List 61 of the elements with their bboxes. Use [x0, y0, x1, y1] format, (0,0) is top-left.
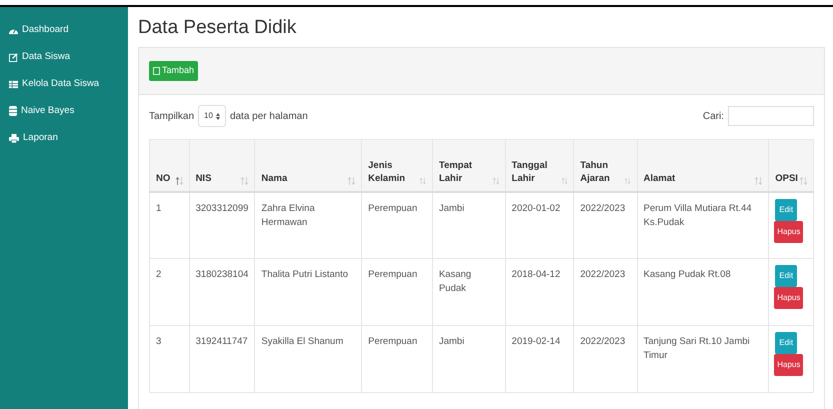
sidebar-item[interactable]: Kelola Data Siswa [0, 77, 128, 91]
sidebar-item[interactable]: Laporan [0, 131, 128, 145]
delete-button[interactable]: Hapus [774, 354, 804, 376]
page-title: Data Peserta Didik [138, 17, 298, 39]
table-cell: 2022/2023 [580, 336, 626, 347]
edit-icon [9, 52, 18, 62]
search-label: Cari: [702, 110, 724, 124]
sort-icon [562, 176, 568, 184]
table-cell: Perempuan [368, 336, 418, 347]
sort-icon [176, 176, 183, 184]
table-cell: 2022/2023 [580, 202, 626, 214]
add-button[interactable]: Tambah [149, 61, 198, 81]
table-cell: 2022/2023 [580, 269, 626, 280]
sidebar-item[interactable]: Data Siswa [0, 50, 128, 64]
table-cell: 3 [156, 336, 162, 347]
delete-button[interactable]: Hapus [774, 287, 804, 309]
table-cell: Perum Villa Mutiara Rt.44 Ks.Pudak [644, 202, 752, 228]
table-cell: Zahra Elvina Hermawan [261, 202, 315, 228]
table-cell: Syakilla El Shanum [261, 336, 344, 347]
sort-icon [241, 176, 248, 184]
delete-button[interactable]: Hapus [774, 220, 804, 242]
table-cell: 2 [156, 269, 162, 280]
sort-icon [420, 176, 426, 184]
table-cell: 2019-02-14 [512, 336, 560, 347]
table-cell: Kasang Pudak Rt.08 [644, 269, 731, 280]
table-cell: Jambi [438, 202, 464, 214]
length-label: Tampilkan [149, 110, 194, 124]
edit-button[interactable]: Edit [775, 198, 798, 220]
sort-icon [800, 176, 807, 184]
sort-icon [492, 176, 499, 184]
table-cell: Jambi [438, 336, 464, 347]
column-header[interactable]: Alamat [644, 172, 676, 184]
table-cell: 3192411747 [196, 336, 248, 347]
table-cell: Tanjung Sari Rt.10 Jambi Timur [644, 336, 750, 361]
table-cell: Perempuan [368, 269, 418, 280]
table-cell: Kasang Pudak [438, 269, 472, 294]
updown-caret-icon [216, 112, 220, 120]
column-header[interactable]: NO [156, 172, 170, 184]
table-cell: 1 [156, 202, 162, 214]
sort-icon [625, 176, 630, 184]
column-header[interactable]: NIS [196, 172, 212, 184]
sidebar-item[interactable]: Naive Bayes [0, 104, 128, 118]
column-header[interactable]: OPSI [775, 172, 798, 184]
search-field[interactable] [728, 106, 814, 126]
table-cell: Thalita Putri Listanto [261, 269, 348, 280]
sort-icon [348, 176, 356, 184]
column-header[interactable]: Nama [261, 172, 288, 184]
table-cell: 2020-01-02 [512, 202, 560, 214]
printer-icon [9, 134, 19, 142]
table-cell: 2018-04-12 [512, 269, 560, 280]
database-icon [9, 106, 17, 116]
edit-button[interactable]: Edit [775, 332, 798, 354]
table-cell: 3180238104 [196, 269, 248, 280]
sidebar-item[interactable]: Dashboard [0, 23, 128, 37]
table-cell: Perempuan [368, 202, 418, 214]
length-label-suffix: data per halaman [230, 110, 308, 124]
table-cell: 3203312099 [196, 202, 248, 214]
edit-button[interactable]: Edit [775, 265, 798, 287]
sort-icon [755, 176, 762, 184]
table-icon [9, 80, 18, 88]
page-length-select[interactable]: 10 [198, 105, 226, 127]
